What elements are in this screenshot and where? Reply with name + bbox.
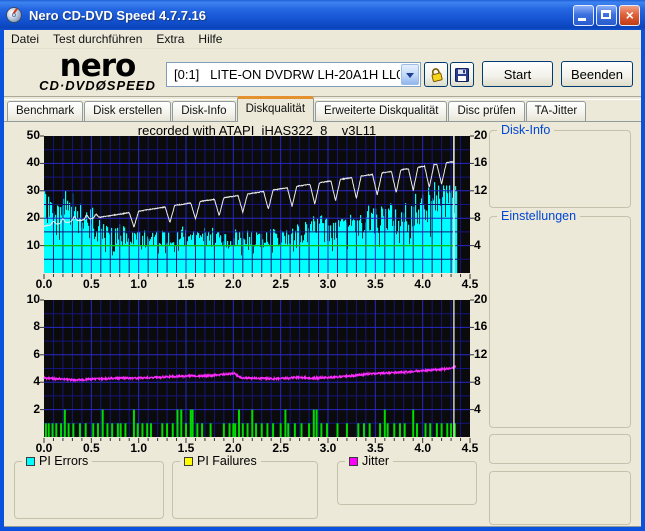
lock-icon: [431, 68, 443, 83]
close-button[interactable]: ×: [619, 4, 640, 26]
nero-logo-text: nero: [59, 48, 137, 84]
nero-logo: nero CD·DVDØSPEED: [20, 48, 175, 93]
menu-bar: Datei Test durchführen Extra Hilfe: [4, 30, 641, 49]
start-button[interactable]: Start: [482, 61, 553, 87]
pi-errors-title-text: PI Errors: [39, 454, 89, 468]
disk-info-title: Disk-Info: [497, 123, 555, 137]
pi-errors-swatch: [26, 456, 35, 466]
tab-disk-erstellen[interactable]: Disk erstellen: [84, 101, 172, 122]
start-button-label: Start: [503, 66, 532, 82]
maximize-icon: [601, 9, 611, 19]
save-button[interactable]: [450, 62, 474, 87]
drive-select-dropdown-button[interactable]: [401, 64, 419, 85]
maximize-button[interactable]: [596, 4, 617, 26]
tab-disc-pruefen[interactable]: Disc prüfen: [448, 101, 525, 122]
quality-index-group: [489, 434, 631, 464]
pi-failures-jitter-chart: [40, 299, 474, 443]
eject-button[interactable]: [424, 62, 448, 87]
window-title: Nero CD-DVD Speed 4.7.7.16: [29, 7, 207, 23]
pi-failures-group: PI Failures: [172, 454, 318, 519]
tab-ta-jitter[interactable]: TA-Jitter: [525, 101, 587, 122]
close-icon: ×: [625, 6, 634, 23]
pi-failures-title: PI Failures: [180, 454, 261, 468]
drive-select[interactable]: [0:1] LITE-ON DVDRW LH-20A1H LL0D: [166, 62, 421, 87]
menu-extra[interactable]: Extra: [149, 30, 191, 48]
app-icon: [6, 6, 24, 24]
settings-group: Einstellungen: [489, 209, 631, 428]
tab-benchmark[interactable]: Benchmark: [7, 101, 84, 122]
jitter-group: Jitter: [337, 454, 477, 505]
floppy-disk-icon: [455, 67, 469, 82]
tab-disk-info[interactable]: Disk-Info: [172, 101, 236, 122]
cdvd-speed-logo-text: CD·DVDØSPEED: [39, 78, 156, 93]
minimize-icon: [578, 17, 586, 21]
app-window: Nero CD-DVD Speed 4.7.7.16 × Datei Test …: [0, 0, 645, 531]
menu-datei[interactable]: Datei: [4, 30, 46, 48]
pi-failures-title-text: PI Failures: [197, 454, 257, 468]
minimize-button[interactable]: [573, 4, 594, 26]
drive-select-value: [0:1] LITE-ON DVDRW LH-20A1H LL0D: [174, 67, 400, 82]
jitter-title-text: Jitter: [362, 454, 390, 468]
pi-errors-title: PI Errors: [22, 454, 93, 468]
tab-diskqualitaet[interactable]: Diskqualität: [236, 96, 315, 122]
progress-group: [489, 471, 631, 525]
jitter-swatch: [349, 456, 358, 466]
tab-strip: Benchmark Disk erstellen Disk-Info Diskq…: [4, 96, 641, 122]
quit-button[interactable]: Beenden: [561, 61, 633, 87]
tab-erweiterte-diskqualitaet[interactable]: Erweiterte Diskqualität: [315, 101, 448, 122]
pi-errors-speed-chart: [40, 135, 474, 279]
menu-test-durchfuehren[interactable]: Test durchführen: [46, 30, 149, 48]
disk-info-group: Disk-Info: [489, 123, 631, 208]
pi-errors-group: PI Errors: [14, 454, 164, 519]
chevron-down-icon: [406, 73, 414, 78]
menu-hilfe[interactable]: Hilfe: [191, 30, 229, 48]
title-bar[interactable]: Nero CD-DVD Speed 4.7.7.16 ×: [0, 0, 645, 30]
quit-button-label: Beenden: [570, 66, 624, 82]
settings-title: Einstellungen: [497, 209, 581, 223]
jitter-title: Jitter: [345, 454, 394, 468]
pi-failures-swatch: [184, 456, 193, 466]
